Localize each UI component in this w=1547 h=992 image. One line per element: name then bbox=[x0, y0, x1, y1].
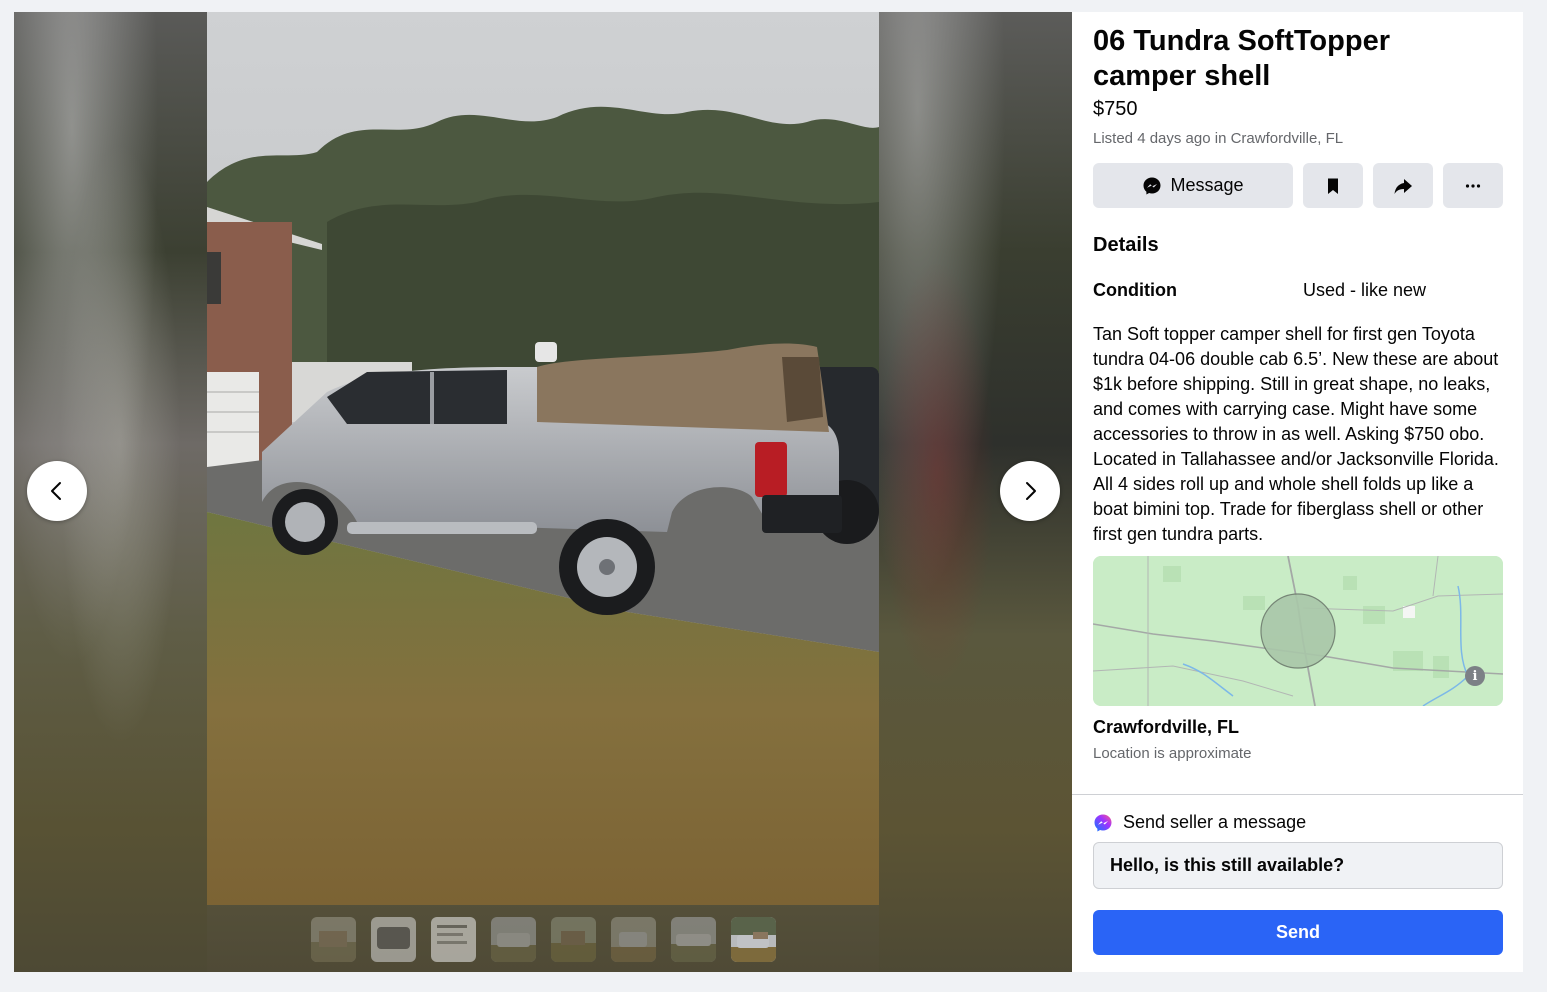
thumbnail-strip bbox=[311, 917, 776, 962]
details-heading: Details bbox=[1093, 234, 1159, 256]
listed-location-link[interactable]: Crawfordville, FL bbox=[1231, 130, 1344, 147]
message-button[interactable]: Message bbox=[1093, 163, 1293, 208]
location-approximate-note: Location is approximate bbox=[1093, 745, 1252, 762]
condition-value: Used - like new bbox=[1303, 280, 1427, 300]
listing-panel: 06 Tundra SoftTopper camper shell $750 L… bbox=[1072, 12, 1523, 972]
thumbnail[interactable] bbox=[311, 917, 356, 962]
map-info-icon[interactable]: i bbox=[1465, 666, 1485, 686]
send-message-label: Send seller a message bbox=[1123, 812, 1307, 832]
listing-title: 06 Tundra SoftTopper camper shell bbox=[1093, 25, 1390, 92]
bookmark-icon bbox=[1328, 178, 1338, 194]
messenger-gradient-icon bbox=[1094, 814, 1112, 831]
action-bar: Message bbox=[1093, 163, 1503, 208]
more-icon bbox=[1465, 183, 1481, 188]
next-photo-button[interactable] bbox=[1000, 461, 1060, 521]
thumbnail[interactable] bbox=[611, 917, 656, 962]
location-map[interactable]: i bbox=[1093, 556, 1503, 706]
thumbnail[interactable] bbox=[551, 917, 596, 962]
listed-time: Listed 4 days ago in bbox=[1093, 130, 1231, 147]
chevron-left-icon bbox=[51, 482, 61, 500]
message-button-label: Message bbox=[1170, 175, 1244, 195]
media-viewer bbox=[14, 12, 1072, 972]
listing-description: Tan Soft topper camper shell for first g… bbox=[1093, 324, 1499, 544]
thumbnail[interactable] bbox=[491, 917, 536, 962]
listing-meta: Listed 4 days ago in Crawfordville, FL bbox=[1093, 130, 1343, 147]
condition-label: Condition bbox=[1093, 280, 1177, 300]
thumbnail[interactable] bbox=[671, 917, 716, 962]
share-button[interactable] bbox=[1373, 163, 1433, 208]
listing-price: $750 bbox=[1093, 98, 1138, 120]
thumbnail[interactable] bbox=[431, 917, 476, 962]
send-button[interactable]: Send bbox=[1093, 910, 1503, 955]
share-icon bbox=[1394, 178, 1412, 194]
chevron-right-icon bbox=[1026, 482, 1036, 500]
location-name: Crawfordville, FL bbox=[1093, 717, 1240, 737]
thumbnail[interactable] bbox=[371, 917, 416, 962]
more-options-button[interactable] bbox=[1443, 163, 1503, 208]
save-button[interactable] bbox=[1303, 163, 1363, 208]
message-input[interactable] bbox=[1093, 842, 1503, 889]
section-divider bbox=[1072, 794, 1523, 795]
messenger-icon bbox=[1143, 177, 1161, 194]
previous-photo-button[interactable] bbox=[27, 461, 87, 521]
send-message-header: Send seller a message bbox=[1093, 812, 1306, 833]
listing-photo bbox=[207, 12, 879, 905]
thumbnail-active[interactable] bbox=[731, 917, 776, 962]
